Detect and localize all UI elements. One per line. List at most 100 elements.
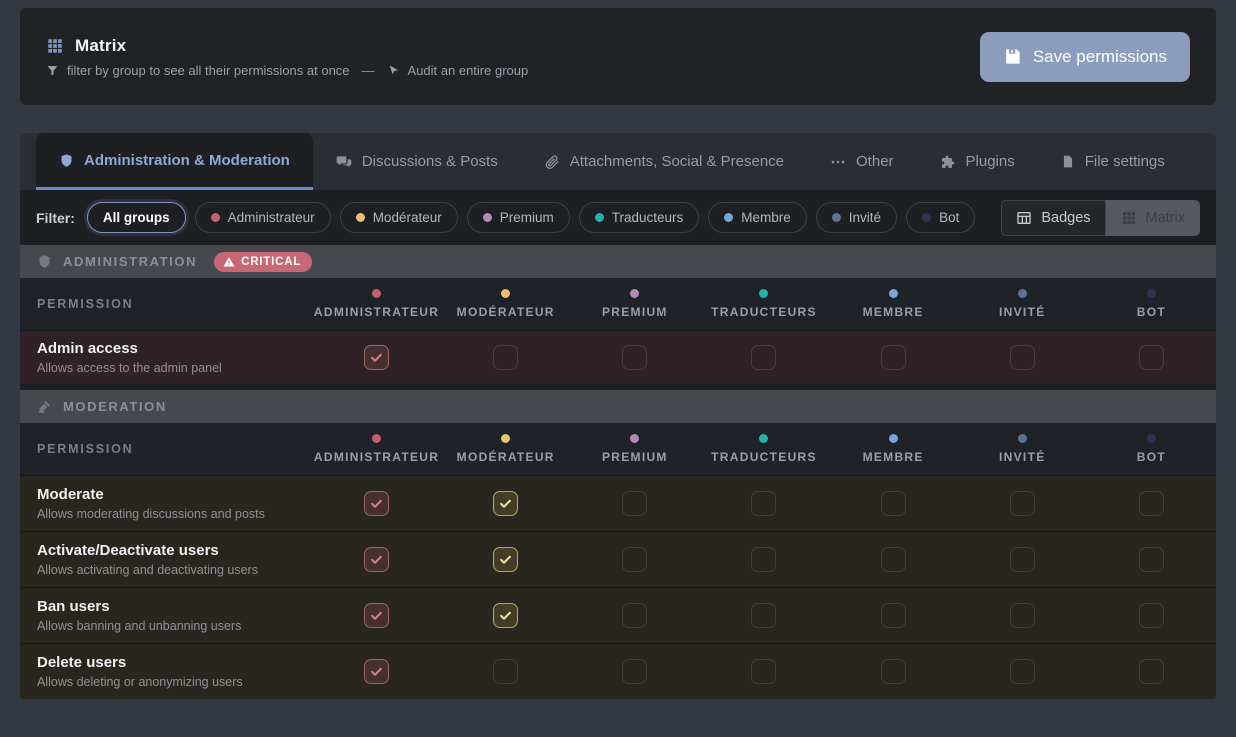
tab-discussions-posts[interactable]: Discussions & Posts — [313, 133, 521, 190]
permission-name-cell: Admin access Allows access to the admin … — [20, 340, 312, 375]
gavel-icon — [37, 399, 52, 414]
permission-description: Allows access to the admin panel — [37, 361, 312, 375]
header-title-block: Matrix filter by group to see all their … — [46, 36, 528, 78]
permission-checkbox[interactable] — [751, 603, 776, 628]
comments-icon — [336, 154, 352, 170]
column-header: TRADUCTEURS — [699, 289, 828, 319]
permission-checkbox[interactable] — [622, 491, 647, 516]
permission-checkbox[interactable] — [622, 547, 647, 572]
column-header-label: ADMINISTRATEUR — [314, 450, 439, 464]
checkbox-cell — [1087, 659, 1216, 684]
permission-checkbox[interactable] — [1010, 603, 1035, 628]
permission-checkbox[interactable] — [1139, 603, 1164, 628]
tab-administration-moderation[interactable]: Administration & Moderation — [36, 133, 313, 190]
permission-checkbox[interactable] — [881, 659, 906, 684]
permission-checkbox[interactable] — [751, 345, 776, 370]
permission-checkbox[interactable] — [493, 659, 518, 684]
column-header: ADMINISTRATEUR — [312, 434, 441, 464]
checkbox-cell — [1087, 491, 1216, 516]
view-toggle: Badges Matrix — [1001, 200, 1200, 236]
permission-checkbox[interactable] — [881, 345, 906, 370]
matrix-column-header-row: PERMISSION ADMINISTRATEURMODÉRATEURPREMI… — [20, 278, 1216, 330]
permission-checkbox[interactable] — [881, 603, 906, 628]
permission-checkbox[interactable] — [364, 491, 389, 516]
checkbox-cell — [699, 659, 828, 684]
tab-other[interactable]: Other — [807, 133, 917, 190]
group-filter-pill-label: Modérateur — [373, 210, 442, 225]
filter-funnel-icon — [46, 64, 59, 77]
permission-checkbox[interactable] — [1139, 491, 1164, 516]
subtitle-dash: — — [362, 63, 375, 78]
permission-checkbox[interactable] — [622, 659, 647, 684]
permission-name-cell: Delete users Allows deleting or anonymiz… — [20, 654, 312, 689]
permission-checkbox[interactable] — [751, 547, 776, 572]
matrix-column-header-row: PERMISSION ADMINISTRATEURMODÉRATEURPREMI… — [20, 423, 1216, 475]
group-filter-pill[interactable]: Modérateur — [340, 202, 458, 233]
permission-checkbox[interactable] — [364, 547, 389, 572]
permission-checkbox[interactable] — [1139, 547, 1164, 572]
permission-checkbox[interactable] — [622, 603, 647, 628]
tab-file-settings[interactable]: File settings — [1038, 133, 1188, 190]
section-header-administration: ADMINISTRATION CRITICAL — [20, 245, 1216, 278]
permission-checkbox[interactable] — [364, 345, 389, 370]
checkbox-cell — [312, 603, 441, 628]
permission-checkbox[interactable] — [1010, 345, 1035, 370]
checkbox-cell — [441, 659, 570, 684]
column-header-label: PREMIUM — [602, 305, 668, 319]
badges-view-button[interactable]: Badges — [1001, 200, 1105, 236]
checkbox-cell — [699, 345, 828, 370]
checkbox-cell — [441, 345, 570, 370]
checkbox-cell — [829, 659, 958, 684]
permission-checkbox[interactable] — [493, 547, 518, 572]
checkbox-cell — [570, 547, 699, 572]
checkbox-cell — [699, 491, 828, 516]
permission-checkbox[interactable] — [493, 491, 518, 516]
group-filter-pill[interactable]: All groups — [87, 202, 186, 233]
group-color-dot — [922, 213, 931, 222]
group-filter-pill-label: Membre — [741, 210, 791, 225]
permission-checkbox[interactable] — [1010, 547, 1035, 572]
permission-checkbox[interactable] — [622, 345, 647, 370]
permission-column-header: PERMISSION — [20, 442, 312, 456]
permission-checkbox[interactable] — [1139, 345, 1164, 370]
permission-checkbox[interactable] — [1139, 659, 1164, 684]
group-color-dot — [1018, 289, 1027, 298]
permission-checkbox[interactable] — [1010, 659, 1035, 684]
permission-checkbox[interactable] — [881, 491, 906, 516]
filter-label: Filter: — [36, 210, 75, 226]
permission-checkbox[interactable] — [493, 603, 518, 628]
permission-checkbox[interactable] — [751, 491, 776, 516]
permission-checkbox[interactable] — [1010, 491, 1035, 516]
group-filter-pill[interactable]: Premium — [467, 202, 570, 233]
permission-checkbox[interactable] — [881, 547, 906, 572]
group-filter-pill[interactable]: Invité — [816, 202, 897, 233]
permission-name: Admin access — [37, 340, 312, 357]
warning-triangle-icon — [223, 256, 235, 268]
group-filter-pill[interactable]: Traducteurs — [579, 202, 700, 233]
tab-plugins[interactable]: Plugins — [917, 133, 1038, 190]
permission-checkbox[interactable] — [364, 659, 389, 684]
group-filter-pill[interactable]: Bot — [906, 202, 975, 233]
group-filter-pill-label: Invité — [849, 210, 881, 225]
checkbox-cell — [312, 547, 441, 572]
section-title: ADMINISTRATION — [63, 254, 197, 269]
group-filter-pill[interactable]: Membre — [708, 202, 807, 233]
matrix-view-button[interactable]: Matrix — [1106, 200, 1200, 236]
table-row: Admin access Allows access to the admin … — [20, 330, 1216, 384]
column-header-label: MEMBRE — [863, 450, 924, 464]
audit-hint-text: Audit an entire group — [408, 63, 529, 78]
tab-attachments-social-presence[interactable]: Attachments, Social & Presence — [521, 133, 807, 190]
permission-checkbox[interactable] — [364, 603, 389, 628]
checkbox-cell — [958, 603, 1087, 628]
permission-checkbox[interactable] — [751, 659, 776, 684]
permission-checkbox[interactable] — [493, 345, 518, 370]
section-title: MODERATION — [63, 399, 167, 414]
save-permissions-button[interactable]: Save permissions — [980, 32, 1190, 82]
file-icon — [1061, 154, 1075, 169]
group-color-dot — [356, 213, 365, 222]
group-filter-pill[interactable]: Administrateur — [195, 202, 331, 233]
tab-label: Discussions & Posts — [362, 153, 498, 170]
group-color-dot — [595, 213, 604, 222]
group-color-dot — [501, 434, 510, 443]
checkbox-cell — [312, 491, 441, 516]
